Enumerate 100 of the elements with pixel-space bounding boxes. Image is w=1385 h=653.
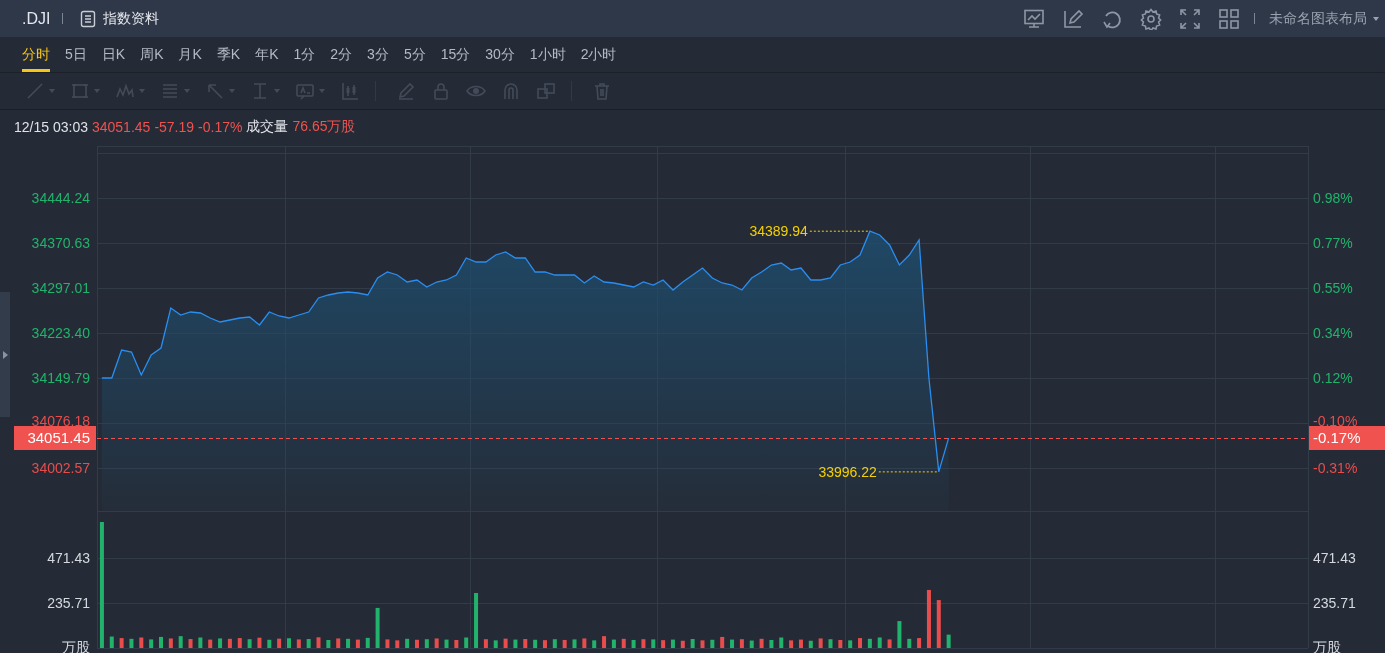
volume-bar: [592, 640, 597, 648]
caret-icon[interactable]: [319, 89, 325, 93]
volume-bar: [405, 638, 410, 648]
period-tab[interactable]: 1小时: [529, 37, 566, 72]
volume-bar: [237, 638, 242, 648]
volume-bar: [434, 638, 439, 648]
caret-icon[interactable]: [94, 89, 100, 93]
period-tab[interactable]: 季K: [216, 37, 241, 72]
leader-line: [809, 230, 871, 232]
period-tab[interactable]: 3分: [367, 37, 389, 72]
period-tab[interactable]: 15分: [440, 37, 471, 72]
volume-bar: [887, 639, 892, 648]
volume-bar: [355, 639, 360, 648]
axis-label: 34149.79: [31, 370, 90, 386]
volume-bar: [159, 636, 163, 648]
quote-time: 12/15 03:03: [14, 118, 88, 135]
volume-bar: [759, 638, 764, 648]
period-tab[interactable]: 2分: [330, 37, 353, 72]
edit-icon[interactable]: [1062, 7, 1084, 30]
volume-bar: [552, 639, 557, 648]
axis-label: 34002.57: [31, 460, 90, 476]
volume-bar: [828, 639, 833, 648]
volume-bar: [917, 638, 922, 648]
volume-bar: [168, 638, 173, 648]
volume-bar: [779, 637, 784, 648]
volume-bar: [670, 639, 675, 648]
volume-bar: [720, 636, 725, 648]
volume-bar: [336, 638, 341, 648]
volume-bar: [523, 639, 528, 648]
volume-bar: [789, 640, 794, 648]
volume-bar: [818, 638, 823, 648]
volume-bar: [572, 639, 577, 648]
volume-bar: [375, 607, 380, 648]
grid-layout-icon[interactable]: [1218, 7, 1240, 30]
volume-bar: [798, 639, 803, 648]
caret-icon[interactable]: [184, 89, 190, 93]
volume-bar: [651, 639, 656, 648]
period-tab[interactable]: 分时: [22, 37, 50, 72]
sidebar-toggle[interactable]: [0, 292, 10, 417]
axis-label: 471.43: [1313, 550, 1356, 566]
volume-value: 76.65万股: [292, 117, 356, 136]
axis-label: 34444.24: [31, 190, 90, 206]
volume-bar: [611, 639, 616, 648]
volume-bar: [178, 636, 183, 648]
volume-bar: [129, 638, 134, 648]
volume-label: 成交量: [246, 117, 289, 136]
volume-bar: [198, 637, 203, 648]
period-tab[interactable]: 2小时: [580, 37, 617, 72]
caret-icon[interactable]: [274, 89, 280, 93]
info-link[interactable]: 指数资料: [79, 9, 160, 28]
last-price: 34051.45: [91, 118, 151, 135]
period-tab[interactable]: 5日: [65, 37, 87, 72]
axis-label: 0.55%: [1313, 280, 1353, 296]
volume-bar: [296, 639, 301, 648]
volume-bar: [208, 639, 213, 648]
volume-bar: [661, 640, 666, 648]
caret-icon[interactable]: [139, 89, 145, 93]
volume-bar: [513, 639, 518, 648]
volume-bar: [602, 636, 607, 648]
caret-icon[interactable]: [229, 89, 235, 93]
volume-bar: [493, 640, 498, 648]
volume-bar: [424, 639, 429, 648]
settings-icon[interactable]: [1140, 7, 1162, 30]
period-tab[interactable]: 日K: [101, 37, 126, 72]
volume-bar: [926, 589, 931, 648]
axis-label: 0.98%: [1313, 190, 1353, 206]
volume-bar: [533, 639, 538, 648]
volume-bar: [769, 640, 774, 648]
fullscreen-icon[interactable]: [1179, 7, 1201, 30]
volume-bar: [848, 640, 853, 648]
volume-bar: [739, 639, 744, 648]
period-tab[interactable]: 年K: [255, 37, 279, 72]
chart-monitor-icon[interactable]: [1023, 7, 1045, 30]
volume-bar: [326, 640, 331, 648]
volume-bar: [621, 638, 626, 648]
axis-label: 34370.63: [31, 235, 90, 251]
caret-icon[interactable]: [49, 89, 55, 93]
volume-bar: [267, 639, 272, 648]
volume-bar: [474, 593, 479, 648]
period-tab[interactable]: 30分: [485, 37, 515, 72]
layout-dropdown[interactable]: 未命名图表布局: [1269, 9, 1379, 28]
volume-bar: [444, 639, 449, 648]
period-tab[interactable]: 月K: [178, 37, 202, 72]
volume-bar: [690, 639, 695, 648]
volume-bar: [877, 637, 882, 648]
volume-bar: [700, 640, 705, 648]
axis-label: 235.71: [47, 595, 90, 611]
volume-bar: [562, 640, 567, 648]
axis-label: 34076.18: [31, 412, 90, 429]
period-tab[interactable]: 周K: [140, 37, 164, 72]
volume-bar: [277, 638, 282, 648]
period-tab[interactable]: 5分: [403, 37, 426, 72]
volume-bar: [867, 638, 872, 648]
volume-bar: [365, 637, 370, 648]
volume-bar: [149, 639, 154, 648]
symbol-title: .DJI: [22, 9, 51, 28]
volume-bar: [808, 640, 813, 648]
period-tab[interactable]: 1分: [293, 37, 316, 72]
volume-bar: [730, 639, 735, 648]
document-icon[interactable]: [79, 9, 98, 28]
